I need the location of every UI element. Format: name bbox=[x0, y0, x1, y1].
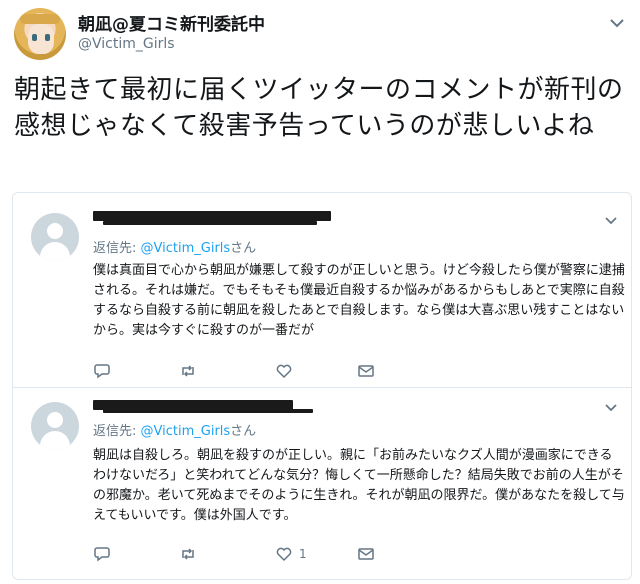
retweet-icon bbox=[182, 365, 194, 377]
reply-to-prefix: 返信先: bbox=[93, 241, 141, 256]
reply-icon bbox=[94, 364, 110, 379]
default-avatar-icon[interactable] bbox=[31, 402, 79, 450]
reply-to-handle-link[interactable]: @Victim_Girls bbox=[141, 241, 231, 256]
reply-text: 僕は真面目で心から朝凪が嫌悪して殺すのが正しいと思う。けど今殺したら僕が警察に逮… bbox=[93, 263, 625, 338]
envelope-icon bbox=[358, 365, 374, 377]
tweet-text: 朝起きて最初に届くツイッターのコメントが新刊の感想じゃなくて殺害予告っていうのが… bbox=[14, 75, 624, 141]
retweet-button[interactable] bbox=[179, 361, 197, 381]
heart-icon bbox=[276, 547, 292, 562]
reply-to-prefix: 返信先: bbox=[93, 424, 141, 439]
reply-to-suffix: さん bbox=[230, 241, 257, 256]
dm-button[interactable] bbox=[357, 361, 375, 381]
like-count: 1 bbox=[299, 547, 307, 561]
reply-card[interactable]: 返信先: @Victim_Girlsさん 僕は真面目で心から朝凪が嫌悪して殺すの… bbox=[13, 193, 631, 387]
reply-button[interactable] bbox=[93, 361, 111, 381]
reply-button[interactable] bbox=[93, 544, 111, 564]
reply-to-line: 返信先: @Victim_Girlsさん bbox=[93, 237, 256, 256]
retweet-button[interactable] bbox=[179, 544, 197, 564]
author-avatar[interactable] bbox=[14, 8, 66, 60]
author-display-name[interactable]: 朝凪@夏コミ新刊委託中 bbox=[78, 10, 265, 35]
reply-to-handle-link[interactable]: @Victim_Girls bbox=[141, 424, 231, 439]
redacted-username bbox=[93, 211, 331, 221]
redacted-handle bbox=[103, 221, 317, 225]
chevron-down-icon[interactable] bbox=[608, 14, 626, 32]
reply-icon bbox=[94, 547, 110, 562]
default-avatar-icon[interactable] bbox=[31, 213, 79, 261]
tweet-header: 朝凪@夏コミ新刊委託中 @Victim_Girls bbox=[10, 6, 630, 62]
embedded-replies: 返信先: @Victim_Girlsさん 僕は真面目で心から朝凪が嫌悪して殺すの… bbox=[12, 192, 632, 580]
heart-icon bbox=[276, 364, 292, 379]
dm-button[interactable] bbox=[357, 544, 375, 564]
envelope-icon bbox=[358, 548, 374, 560]
reply-card[interactable]: 返信先: @Victim_Girlsさん 朝凪は自殺しろ。朝凪を殺すのが正しい。… bbox=[13, 388, 631, 578]
chevron-down-icon[interactable] bbox=[603, 213, 619, 229]
reply-text: 朝凪は自殺しろ。朝凪を殺すのが正しい。親に「お前みたいなクズ人間が漫画家にできる… bbox=[93, 448, 625, 523]
reply-actions bbox=[93, 361, 393, 381]
retweet-icon bbox=[182, 548, 194, 560]
chevron-down-icon[interactable] bbox=[603, 400, 619, 416]
author-handle[interactable]: @Victim_Girls bbox=[78, 36, 175, 52]
like-button[interactable] bbox=[275, 361, 299, 381]
like-button[interactable]: 1 bbox=[275, 544, 307, 564]
redacted-handle bbox=[103, 409, 313, 413]
reply-actions: 1 bbox=[93, 544, 393, 564]
reply-to-line: 返信先: @Victim_Girlsさん bbox=[93, 420, 256, 439]
reply-to-suffix: さん bbox=[230, 424, 257, 439]
